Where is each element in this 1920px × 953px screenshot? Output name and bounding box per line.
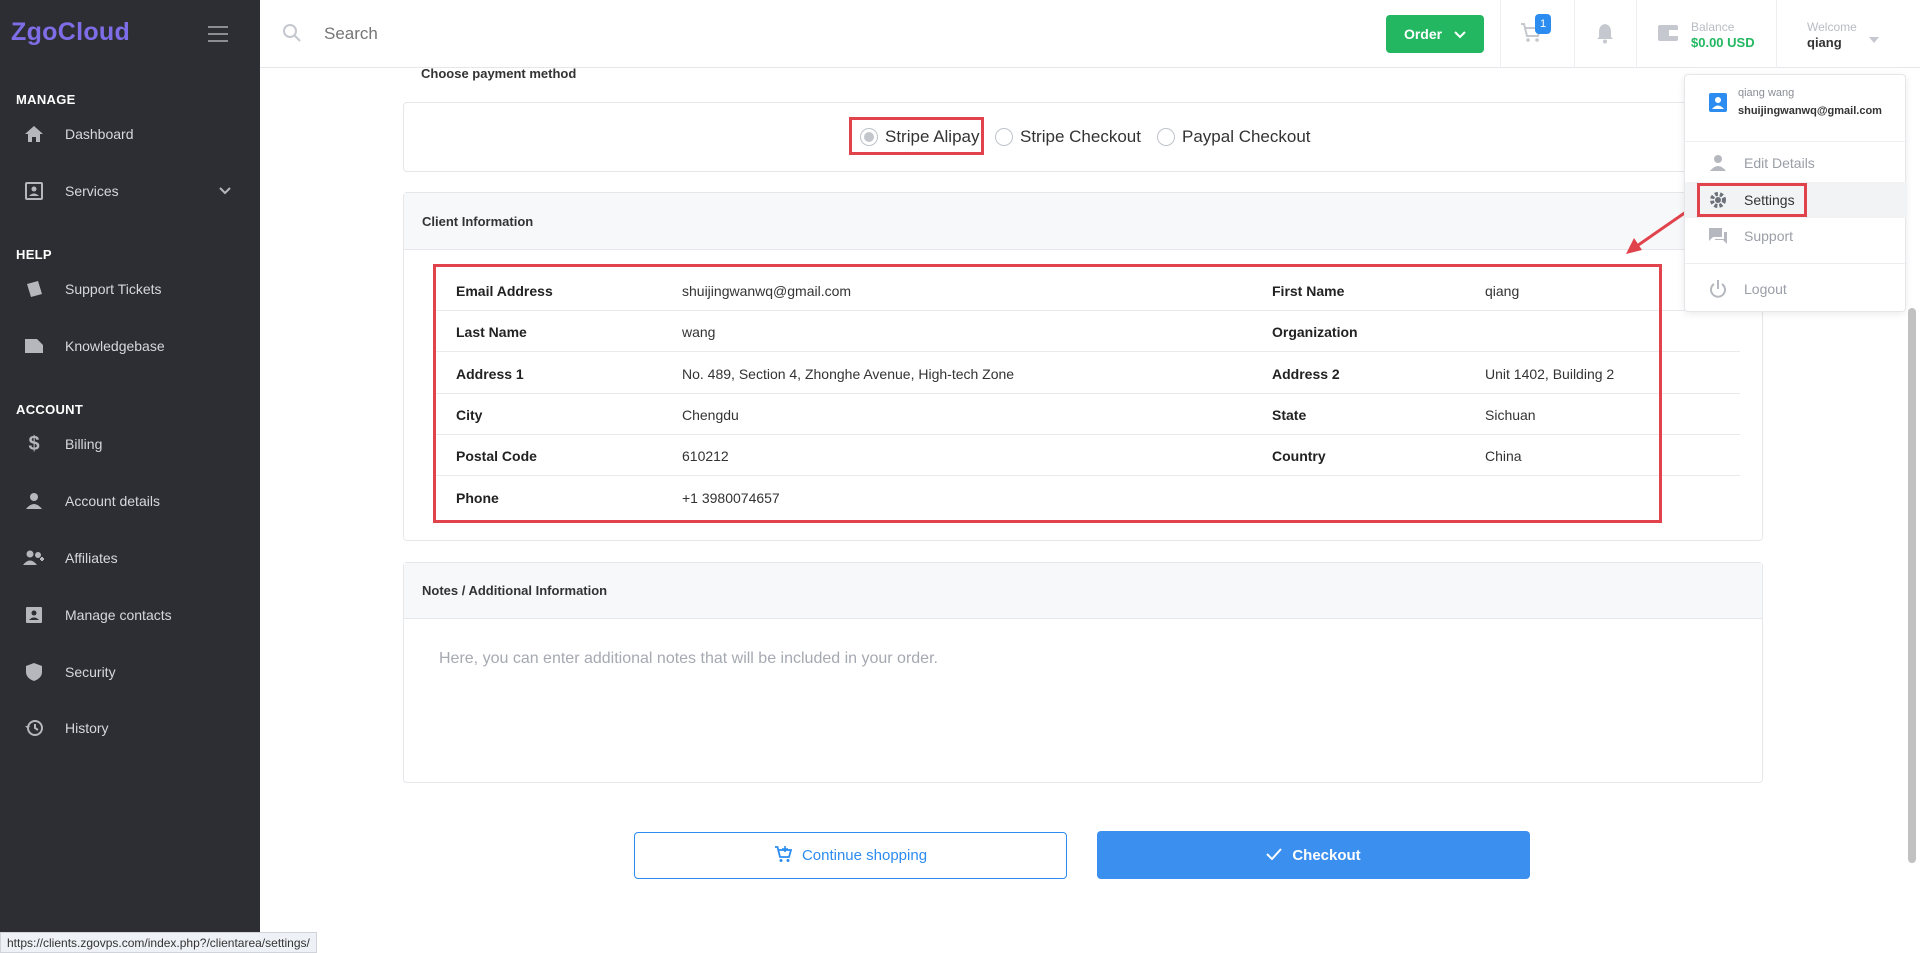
shield-icon (23, 661, 45, 683)
sidebar-item-account-details[interactable]: Account details (0, 481, 260, 521)
contact-card-icon (1708, 91, 1728, 118)
order-button[interactable]: Order (1386, 15, 1484, 53)
contacts-icon (23, 604, 45, 626)
sidebar-item-label: Services (65, 183, 119, 199)
scrollbar[interactable] (1908, 308, 1916, 863)
dropdown-item-edit-details[interactable]: Edit Details (1685, 145, 1907, 181)
chevron-down-icon (1454, 26, 1466, 42)
checkout-button[interactable]: Checkout (1097, 831, 1530, 879)
cart-count-badge: 1 (1535, 14, 1551, 34)
radio-paypal-checkout[interactable] (1157, 128, 1175, 146)
dropdown-item-logout[interactable]: Logout (1685, 271, 1907, 307)
balance-label: Balance (1691, 20, 1735, 34)
ticket-icon (23, 278, 45, 300)
dropdown-item-support[interactable]: Support (1685, 218, 1907, 254)
status-bar-url: https://clients.zgovps.com/index.php?/cl… (0, 932, 317, 953)
dollar-icon: $ (28, 432, 40, 455)
radio-stripe-checkout[interactable] (995, 128, 1013, 146)
sidebar-item-security[interactable]: Security (0, 652, 260, 692)
payment-option-stripe-checkout[interactable]: Stripe Checkout (995, 118, 1141, 156)
sidebar-item-label: Account details (65, 493, 160, 509)
sidebar-item-label: History (65, 720, 109, 736)
order-label: Order (1403, 26, 1443, 42)
brand-logo[interactable]: ZgoCloud (11, 18, 130, 47)
menu-toggle-icon[interactable] (208, 26, 228, 42)
affiliates-icon (23, 547, 45, 569)
continue-shopping-button[interactable]: Continue shopping (634, 832, 1067, 879)
dropdown-item-label: Support (1744, 228, 1794, 244)
search-icon (282, 23, 302, 48)
sidebar-item-label: Dashboard (65, 126, 134, 142)
user-dropdown-menu: qiang wang shuijingwanwq@gmail.com Edit … (1684, 74, 1907, 312)
section-title-account: ACCOUNT (16, 402, 84, 417)
radio-label: Paypal Checkout (1182, 127, 1311, 146)
payment-option-paypal-checkout[interactable]: Paypal Checkout (1157, 118, 1311, 156)
radio-label: Stripe Checkout (1020, 127, 1141, 146)
highlight-box (849, 117, 984, 155)
caret-down-icon[interactable] (1869, 30, 1879, 48)
section-title-help: HELP (16, 247, 52, 262)
bell-icon[interactable] (1595, 22, 1615, 49)
dropdown-item-label: Logout (1744, 281, 1787, 297)
sidebar-item-services[interactable]: Services (0, 171, 260, 211)
sidebar-item-label: Affiliates (65, 550, 118, 566)
sidebar-item-billing[interactable]: $ Billing (0, 424, 260, 464)
welcome-name[interactable]: qiang (1807, 35, 1842, 50)
sidebar: ZgoCloud MANAGE Dashboard Services HELP … (0, 0, 260, 953)
dropdown-user-name: qiang wang (1738, 87, 1795, 99)
sidebar-item-knowledgebase[interactable]: Knowledgebase (0, 326, 260, 366)
sidebar-item-history[interactable]: History (0, 708, 260, 748)
notes-textarea[interactable]: Here, you can enter additional notes tha… (439, 650, 938, 668)
home-icon (23, 123, 45, 145)
sidebar-item-manage-contacts[interactable]: Manage contacts (0, 595, 260, 635)
annotation-arrow (1626, 210, 1687, 254)
dropdown-user-email: shuijingwanwq@gmail.com (1738, 105, 1882, 117)
sidebar-item-label: Billing (65, 436, 103, 452)
sidebar-item-label: Knowledgebase (65, 338, 165, 354)
payment-method-title: Choose payment method (421, 66, 577, 81)
balance-value: $0.00 USD (1691, 35, 1755, 50)
client-information-title: Client Information (404, 193, 1762, 250)
sidebar-item-label: Security (65, 664, 116, 680)
sidebar-item-label: Manage contacts (65, 607, 172, 623)
topbar: Order 1 Balance $0.00 USD Welcome qiang (260, 0, 1920, 68)
power-icon (1707, 278, 1729, 300)
highlight-box (433, 264, 1662, 523)
check-icon (1266, 847, 1283, 864)
book-icon (23, 335, 45, 357)
dropdown-item-label: Edit Details (1744, 155, 1815, 171)
section-title-manage: MANAGE (16, 92, 76, 107)
highlight-box (1697, 183, 1807, 217)
chat-icon (1707, 225, 1729, 247)
continue-shopping-label: Continue shopping (801, 847, 928, 864)
notes-card: Notes / Additional Information (403, 562, 1763, 783)
sidebar-item-dashboard[interactable]: Dashboard (0, 114, 260, 154)
sidebar-item-label: Support Tickets (65, 281, 162, 297)
chevron-down-icon[interactable] (218, 183, 232, 201)
wallet-icon (1657, 24, 1679, 47)
user-icon (1707, 152, 1729, 174)
cart-plus-icon (774, 845, 793, 867)
notes-title: Notes / Additional Information (404, 563, 1762, 619)
services-icon (23, 180, 45, 202)
history-icon (23, 717, 45, 739)
user-icon (23, 490, 45, 512)
sidebar-item-affiliates[interactable]: Affiliates (0, 538, 260, 578)
checkout-label: Checkout (1292, 846, 1361, 864)
sidebar-item-support-tickets[interactable]: Support Tickets (0, 269, 260, 309)
welcome-label[interactable]: Welcome (1807, 20, 1857, 34)
search-input[interactable] (324, 18, 824, 50)
